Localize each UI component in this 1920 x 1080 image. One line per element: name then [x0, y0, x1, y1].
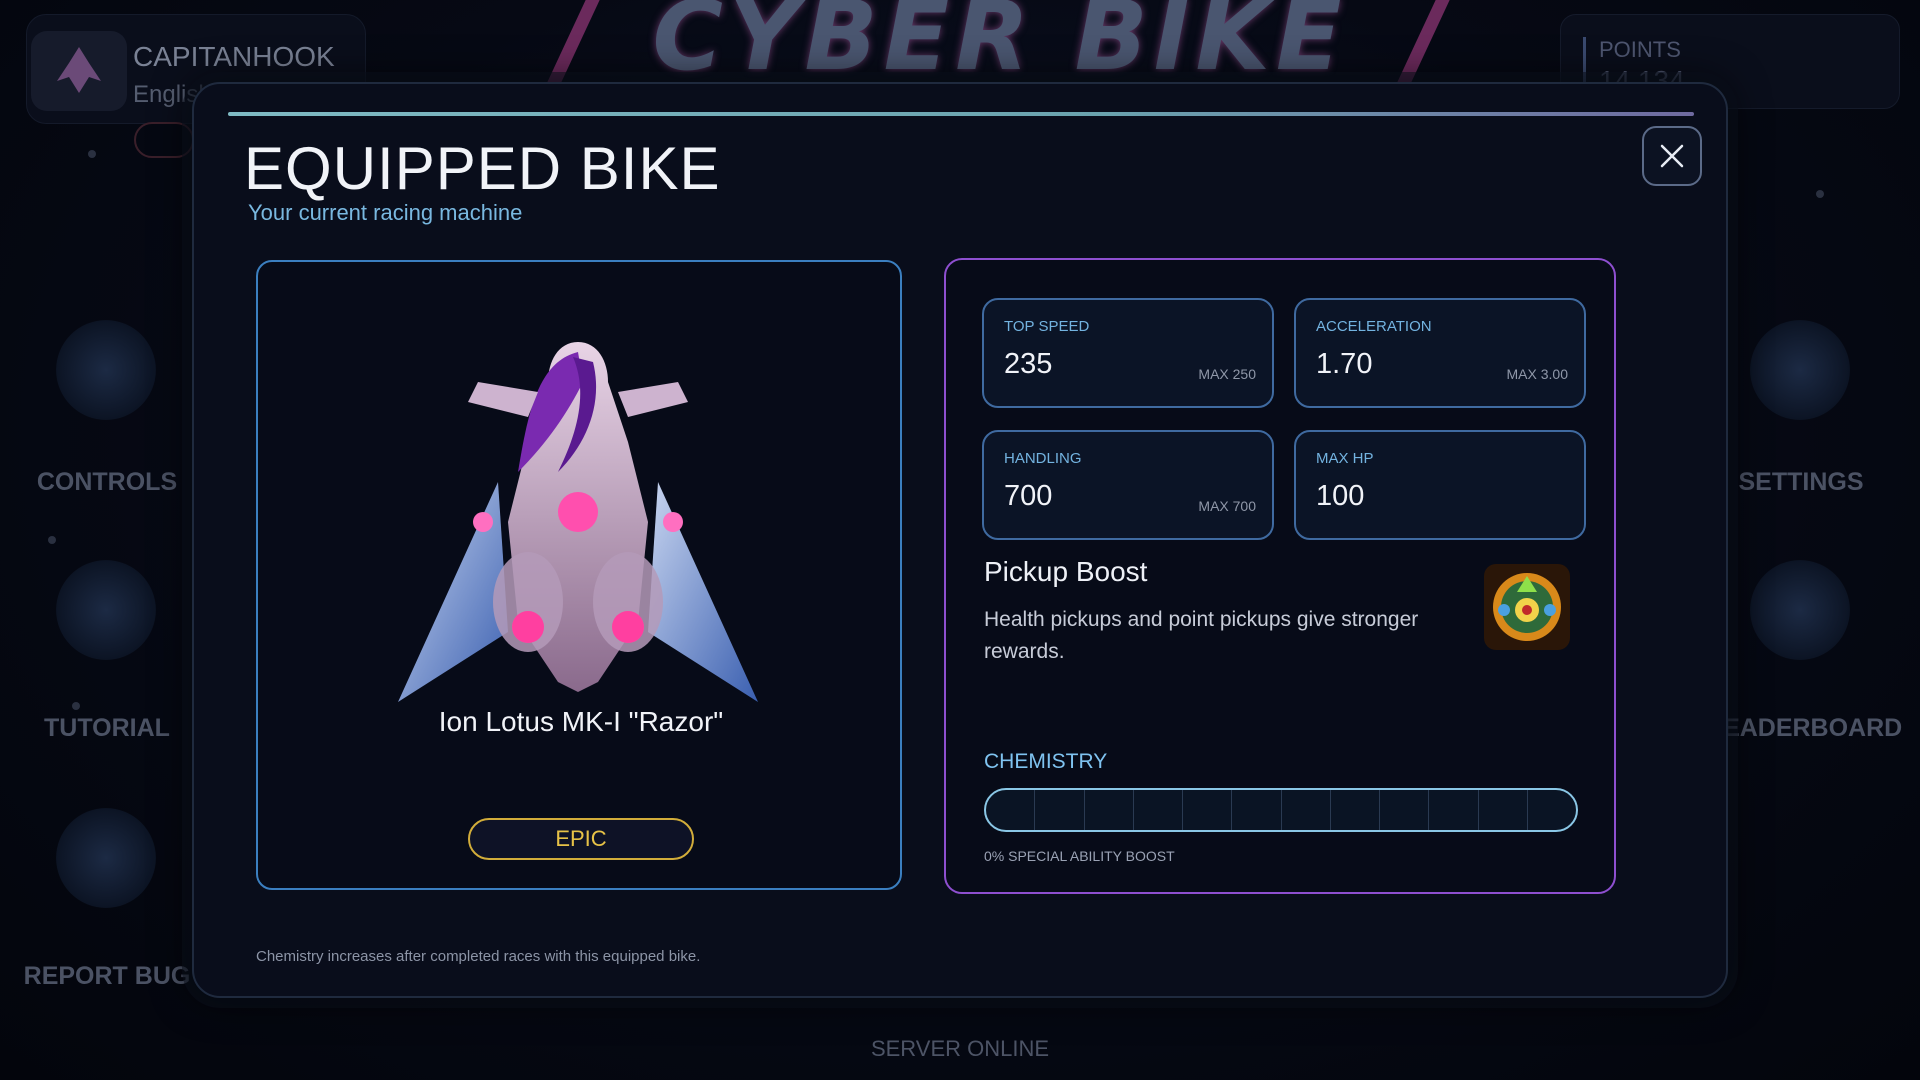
chemistry-segment: [1134, 790, 1183, 830]
stat-card-acceleration: ACCELERATION 1.70 MAX 3.00: [1294, 298, 1586, 408]
stats-panel: TOP SPEED 235 MAX 250 ACCELERATION 1.70 …: [944, 258, 1616, 894]
chemistry-segment: [1528, 790, 1576, 830]
chemistry-segment: [1380, 790, 1430, 830]
chemistry-segment: [986, 790, 1036, 830]
bike-panel: Ion Lotus MK-I "Razor" EPIC: [256, 260, 902, 890]
close-icon: [1660, 144, 1684, 168]
equipped-bike-modal: EQUIPPED BIKE Your current racing machin…: [192, 82, 1728, 998]
chemistry-caption: 0% SPECIAL ABILITY BOOST: [984, 848, 1175, 864]
stat-max: MAX 700: [1198, 498, 1256, 514]
rarity-badge: EPIC: [468, 818, 694, 860]
player-name: CAPITANHOOK: [133, 41, 335, 72]
chemistry-segment: [1282, 790, 1331, 830]
edit-profile-button[interactable]: [134, 122, 194, 158]
chemistry-progress-bar: [984, 788, 1578, 832]
stat-label: MAX HP: [1316, 450, 1374, 467]
controls-button[interactable]: CONTROLS: [2, 468, 212, 497]
avatar-bike-icon: [57, 47, 101, 93]
footnote: Chemistry increases after completed race…: [256, 948, 701, 965]
stat-card-max-hp: MAX HP 100: [1294, 430, 1586, 540]
ability-name: Pickup Boost: [984, 556, 1148, 587]
stat-max: MAX 3.00: [1506, 366, 1568, 382]
trophy-icon[interactable]: [1750, 560, 1850, 660]
stat-value: 1.70: [1316, 348, 1373, 380]
chemistry-segment: [1331, 790, 1380, 830]
server-status: SERVER ONLINE: [870, 1036, 1050, 1061]
stat-max: MAX 250: [1198, 366, 1256, 382]
modal-title: EQUIPPED BIKE: [244, 135, 721, 202]
stat-label: TOP SPEED: [1004, 318, 1090, 335]
stat-card-handling: HANDLING 700 MAX 700: [982, 430, 1274, 540]
stat-value: 700: [1004, 480, 1053, 512]
leaderboard-button[interactable]: LEADERBOARD: [1700, 714, 1910, 743]
bike-name: Ion Lotus MK-I "Razor": [438, 706, 724, 737]
stat-card-top-speed: TOP SPEED 235 MAX 250: [982, 298, 1274, 408]
star-decoration: [72, 702, 80, 710]
star-decoration: [48, 536, 56, 544]
stat-value: 100: [1316, 480, 1365, 512]
close-button[interactable]: [1642, 126, 1702, 186]
gear-icon[interactable]: [1750, 320, 1850, 420]
stat-label: ACCELERATION: [1316, 318, 1432, 335]
star-decoration: [88, 150, 96, 158]
stat-label: HANDLING: [1004, 450, 1082, 467]
game-logo: CYBER BIKE: [652, 0, 1348, 92]
points-label: POINTS: [1599, 37, 1681, 62]
star-decoration: [1816, 190, 1824, 198]
pickup-boost-icon: [1484, 564, 1570, 650]
tutorial-button[interactable]: TUTORIAL: [2, 714, 212, 743]
modal-subtitle: Your current racing machine: [248, 200, 523, 225]
report-bug-button[interactable]: REPORT BUG: [2, 962, 212, 991]
tutorial-book-icon[interactable]: [56, 560, 156, 660]
chemistry-label: CHEMISTRY: [984, 750, 1108, 773]
keyboard-icon[interactable]: [56, 320, 156, 420]
avatar: [31, 31, 127, 111]
bug-report-icon[interactable]: [56, 808, 156, 908]
chemistry-segment: [1183, 790, 1233, 830]
modal-accent-line: [228, 112, 1694, 116]
chemistry-segment: [1232, 790, 1282, 830]
stat-value: 235: [1004, 348, 1053, 380]
chemistry-segment: [1035, 790, 1085, 830]
chemistry-segment: [1479, 790, 1528, 830]
chemistry-segment: [1429, 790, 1479, 830]
chemistry-segment: [1085, 790, 1134, 830]
bike-illustration: [398, 342, 758, 702]
ability-description: Health pickups and point pickups give st…: [984, 608, 1419, 663]
